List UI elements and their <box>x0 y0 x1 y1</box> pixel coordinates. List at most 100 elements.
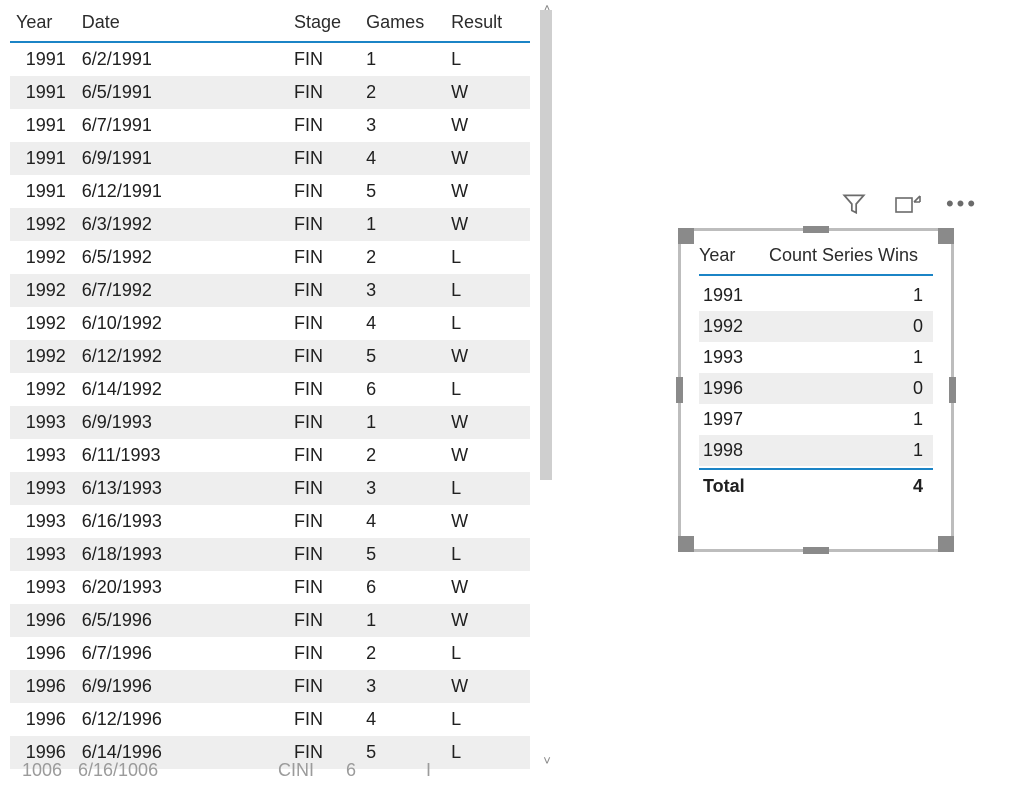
resize-handle-top-right[interactable] <box>938 228 954 244</box>
resize-handle-top-left[interactable] <box>678 228 694 244</box>
cell-games: 3 <box>360 274 445 307</box>
cell-games: 2 <box>360 439 445 472</box>
table-row[interactable]: 19966/5/1996FIN1W <box>10 604 530 637</box>
table-row[interactable]: 19936/9/1993FIN1W <box>10 406 530 439</box>
table-row[interactable]: 19926/14/1992FIN6L <box>10 373 530 406</box>
table-row[interactable]: 19916/5/1991FIN2W <box>10 76 530 109</box>
games-table-header-row: Year Date Stage Games Result <box>10 8 530 41</box>
table-row[interactable]: 19971 <box>699 404 933 435</box>
cell-games: 2 <box>360 637 445 670</box>
cell-year: 1992 <box>10 307 76 340</box>
cell-date: 6/2/1991 <box>76 43 288 76</box>
total-value: 4 <box>773 476 929 497</box>
col-header-games[interactable]: Games <box>360 8 445 41</box>
cell-result: L <box>445 472 530 505</box>
table-row[interactable]: 19936/18/1993FIN5L <box>10 538 530 571</box>
cell-stage: FIN <box>288 703 360 736</box>
col-header-count[interactable]: Count Series Wins <box>769 245 933 266</box>
cell-date: 6/12/1991 <box>76 175 288 208</box>
cell-date: 6/9/1991 <box>76 142 288 175</box>
cell-year: 1991 <box>10 76 76 109</box>
cell-stage: FIN <box>288 637 360 670</box>
cell-stage: FIN <box>288 538 360 571</box>
table-row[interactable]: 19916/9/1991FIN4W <box>10 142 530 175</box>
resize-handle-bottom-left[interactable] <box>678 536 694 552</box>
cell-stage: FIN <box>288 208 360 241</box>
table-row[interactable]: 19926/7/1992FIN3L <box>10 274 530 307</box>
col-header-year[interactable]: Year <box>10 8 76 41</box>
cell-stage: FIN <box>288 472 360 505</box>
table-row[interactable]: 19911 <box>699 280 933 311</box>
cell-count: 0 <box>773 316 929 337</box>
cell-games: 3 <box>360 472 445 505</box>
resize-handle-bottom[interactable] <box>803 547 829 554</box>
table-row[interactable]: 19931 <box>699 342 933 373</box>
filter-icon[interactable] <box>840 190 868 218</box>
resize-handle-left[interactable] <box>676 377 683 403</box>
cell-stage: FIN <box>288 142 360 175</box>
cell-year: 1991 <box>10 109 76 142</box>
more-options-icon[interactable]: ••• <box>948 190 976 218</box>
cell-result: W <box>445 340 530 373</box>
cell-result: W <box>445 505 530 538</box>
cell-count: 1 <box>773 347 929 368</box>
table-row[interactable]: 19936/16/1993FIN4W <box>10 505 530 538</box>
cell-result: W <box>445 406 530 439</box>
table-row[interactable]: 19981 <box>699 435 933 466</box>
table-row[interactable]: 19916/7/1991FIN3W <box>10 109 530 142</box>
scrollbar-thumb[interactable] <box>540 10 552 480</box>
table-row[interactable]: 19936/11/1993FIN2W <box>10 439 530 472</box>
cell-date: 6/9/1993 <box>76 406 288 439</box>
cutoff-row: 1006 6/16/1006 CINI 6 I <box>10 760 520 781</box>
col-header-year[interactable]: Year <box>699 245 769 266</box>
table-row[interactable]: 19926/5/1992FIN2L <box>10 241 530 274</box>
cell-stage: FIN <box>288 43 360 76</box>
table-row[interactable]: 19920 <box>699 311 933 342</box>
resize-handle-top[interactable] <box>803 226 829 233</box>
cell-games: 4 <box>360 142 445 175</box>
table-row[interactable]: 19966/7/1996FIN2L <box>10 637 530 670</box>
cell-games: 6 <box>360 571 445 604</box>
cell-stage: FIN <box>288 571 360 604</box>
cell-result: W <box>445 208 530 241</box>
table-row[interactable]: 19960 <box>699 373 933 404</box>
series-wins-visual[interactable]: Year Count Series Wins 19911199201993119… <box>678 228 954 552</box>
focus-mode-icon[interactable] <box>894 190 922 218</box>
cell-result: W <box>445 175 530 208</box>
col-header-date[interactable]: Date <box>76 8 288 41</box>
table-row[interactable]: 19966/9/1996FIN3W <box>10 670 530 703</box>
col-header-stage[interactable]: Stage <box>288 8 360 41</box>
table-row[interactable]: 19936/13/1993FIN3L <box>10 472 530 505</box>
games-table-visual[interactable]: Year Date Stage Games Result 19916/2/199… <box>10 8 530 769</box>
cell-year: 1992 <box>10 340 76 373</box>
table-row[interactable]: 19916/12/1991FIN5W <box>10 175 530 208</box>
cell-stage: FIN <box>288 340 360 373</box>
cell-year: 1992 <box>703 316 773 337</box>
cell-stage: FIN <box>288 670 360 703</box>
table-row[interactable]: 19926/10/1992FIN4L <box>10 307 530 340</box>
resize-handle-bottom-right[interactable] <box>938 536 954 552</box>
series-wins-table: Year Count Series Wins 19911199201993119… <box>681 231 951 509</box>
cell-year: 1991 <box>703 285 773 306</box>
cell-year: 1993 <box>10 472 76 505</box>
series-wins-header-row: Year Count Series Wins <box>699 245 933 274</box>
col-header-result[interactable]: Result <box>445 8 530 41</box>
cell-games: 4 <box>360 307 445 340</box>
cell-games: 2 <box>360 76 445 109</box>
table-row[interactable]: 19936/20/1993FIN6W <box>10 571 530 604</box>
cell-date: 6/20/1993 <box>76 571 288 604</box>
table-row[interactable]: 19916/2/1991FIN1L <box>10 43 530 76</box>
scroll-down-arrow-icon[interactable]: ˅ <box>540 754 554 768</box>
cell-date: 6/14/1992 <box>76 373 288 406</box>
table-row[interactable]: 19926/12/1992FIN5W <box>10 340 530 373</box>
cell-result: L <box>445 43 530 76</box>
cell-date: 6/12/1992 <box>76 340 288 373</box>
cell-date: 6/9/1996 <box>76 670 288 703</box>
cutoff-result: I <box>420 760 500 781</box>
resize-handle-right[interactable] <box>949 377 956 403</box>
table-row[interactable]: 19966/12/1996FIN4L <box>10 703 530 736</box>
cell-year: 1992 <box>10 208 76 241</box>
cell-games: 3 <box>360 109 445 142</box>
cell-year: 1992 <box>10 241 76 274</box>
table-row[interactable]: 19926/3/1992FIN1W <box>10 208 530 241</box>
